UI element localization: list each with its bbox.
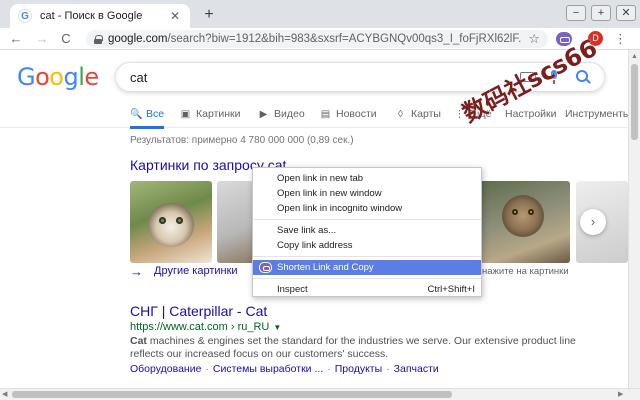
menu-divider: [253, 219, 481, 220]
logo-letter: g: [63, 63, 79, 91]
tab-maps[interactable]: ◊ Карты: [395, 100, 441, 128]
sitelink[interactable]: Оборудование: [130, 363, 201, 375]
search-icon[interactable]: [576, 70, 590, 84]
result-stats: Результатов: примерно 4 780 000 000 (0,8…: [130, 135, 354, 146]
tab-label: Картинки: [196, 108, 241, 120]
reload-button[interactable]: C: [58, 31, 74, 47]
address-bar[interactable]: google.com/search?biw=1912&bih=983&sxsrf…: [86, 30, 548, 48]
menu-item-shorten-link[interactable]: Shorten Link and Copy: [253, 260, 481, 275]
minimize-button[interactable]: −: [566, 5, 586, 21]
tab-close-icon[interactable]: ✕: [168, 9, 182, 23]
sitelink-separator: ·: [205, 363, 209, 375]
result-url-text: https://www.cat.com › ru_RU: [130, 321, 270, 333]
image-thumbnail[interactable]: [130, 181, 212, 263]
sitelink-separator: ·: [386, 363, 390, 375]
tab-label: Карты: [411, 108, 441, 120]
logo-letter: o: [35, 63, 50, 91]
tab-label: Инструменты: [565, 108, 628, 120]
horizontal-scrollbar-thumb[interactable]: [12, 391, 452, 398]
sitelink[interactable]: Продукты: [335, 363, 382, 375]
menu-divider: [253, 278, 481, 279]
menu-divider: [253, 256, 481, 257]
scroll-right-icon[interactable]: ▶: [618, 390, 623, 398]
news-icon: ▤: [320, 108, 331, 120]
google-favicon-icon: G: [18, 9, 32, 23]
tab-label: Все: [146, 108, 165, 120]
menu-item-copy-link[interactable]: Copy link address: [253, 238, 481, 253]
cat-photo: [148, 203, 194, 247]
snippet-bold: Cat: [130, 335, 147, 347]
sitelink-separator: ·: [327, 363, 331, 375]
menu-item-open-new-window[interactable]: Open link in new window: [253, 186, 481, 201]
url-host: google.com: [108, 33, 168, 45]
tab-label: Новости: [336, 108, 377, 120]
tab-video[interactable]: ▶ Видео: [258, 100, 305, 128]
horizontal-scrollbar[interactable]: ◀ ▶: [0, 388, 640, 400]
scroll-up-icon[interactable]: ▲: [631, 53, 638, 60]
link-shortener-icon: [259, 262, 272, 273]
tab-label: Видео: [274, 108, 305, 120]
sitelink[interactable]: Системы выработки ...: [213, 363, 323, 375]
caret-down-icon[interactable]: ▼: [273, 323, 281, 332]
result-url[interactable]: https://www.cat.com › ru_RU ▼: [130, 321, 281, 333]
context-menu: Open link in new tab Open link in new wi…: [252, 167, 482, 297]
tab-title: cat - Поиск в Google: [40, 10, 143, 22]
bookmark-star-icon[interactable]: ☆: [528, 31, 540, 47]
logo-letter: o: [49, 63, 64, 91]
menu-item-open-new-tab[interactable]: Open link in new tab: [253, 171, 481, 186]
video-icon: ▶: [259, 108, 268, 120]
next-images-button[interactable]: ›: [580, 209, 606, 235]
arrow-right-icon: →: [130, 264, 143, 279]
url-path: /search?biw=1912&bih=983&sxsrf=ACYBGNQv0…: [167, 33, 523, 45]
tab-all[interactable]: 🔍 Все: [130, 100, 165, 129]
search-tabs: 🔍 Все ▣ Картинки ▶ Видео ▤ Новости ◊ Кар…: [0, 100, 628, 129]
google-logo[interactable]: Google: [17, 63, 99, 91]
browser-tab[interactable]: G cat - Поиск в Google ✕: [10, 4, 190, 28]
vertical-scrollbar[interactable]: ▲: [628, 50, 640, 390]
cat-photo: [502, 195, 544, 237]
url-text[interactable]: google.com/search?biw=1912&bih=983&sxsrf…: [108, 33, 522, 45]
new-tab-button[interactable]: +: [200, 6, 218, 24]
browser-toolbar: ← → C google.com/search?biw=1912&bih=983…: [0, 28, 640, 50]
menu-item-label: Inspect: [277, 284, 308, 295]
logo-letter: G: [17, 63, 36, 91]
menu-item-inspect[interactable]: Inspect Ctrl+Shift+I: [253, 282, 481, 297]
tab-tools[interactable]: Инструменты: [565, 100, 628, 128]
tab-images[interactable]: ▣ Картинки: [180, 100, 241, 128]
back-button[interactable]: ←: [8, 31, 24, 47]
sitelinks: Оборудование · Системы выработки ... · Проду…: [130, 363, 439, 375]
map-pin-icon: ◊: [398, 108, 403, 120]
menu-shortcut: Ctrl+Shift+I: [427, 284, 475, 295]
search-icon: 🔍: [130, 108, 143, 120]
menu-item-open-incognito[interactable]: Open link in incognito window: [253, 201, 481, 216]
image-thumbnail[interactable]: [476, 181, 570, 263]
forward-button[interactable]: →: [34, 31, 50, 47]
vertical-scrollbar-thumb[interactable]: [631, 64, 638, 140]
result-snippet: Cat machines & engines set the standard …: [130, 335, 610, 361]
menu-item-label: Shorten Link and Copy: [277, 262, 374, 273]
image-thumbnail[interactable]: [217, 181, 257, 263]
tab-news[interactable]: ▤ Новости: [320, 100, 377, 128]
image-icon: ▣: [180, 108, 191, 120]
sitelink[interactable]: Запчасти: [394, 363, 439, 375]
result-title-link[interactable]: СНГ | Caterpillar - Cat: [130, 303, 267, 319]
menu-item-save-link[interactable]: Save link as...: [253, 223, 481, 238]
browser-titlebar: G cat - Поиск в Google ✕ + − + ✕: [0, 0, 640, 28]
similar-images-link[interactable]: нажите на картинки: [482, 266, 569, 277]
tab-label: Настройки: [505, 108, 557, 120]
snippet-text: machines & engines set the standard for …: [130, 335, 576, 360]
scroll-left-icon[interactable]: ◀: [2, 390, 7, 398]
logo-letter: e: [84, 63, 99, 91]
maximize-button[interactable]: +: [591, 5, 611, 21]
search-input[interactable]: cat: [130, 70, 520, 85]
lock-icon[interactable]: [94, 34, 103, 44]
more-images-link[interactable]: Другие картинки: [154, 265, 238, 277]
close-window-button[interactable]: ✕: [616, 5, 636, 21]
